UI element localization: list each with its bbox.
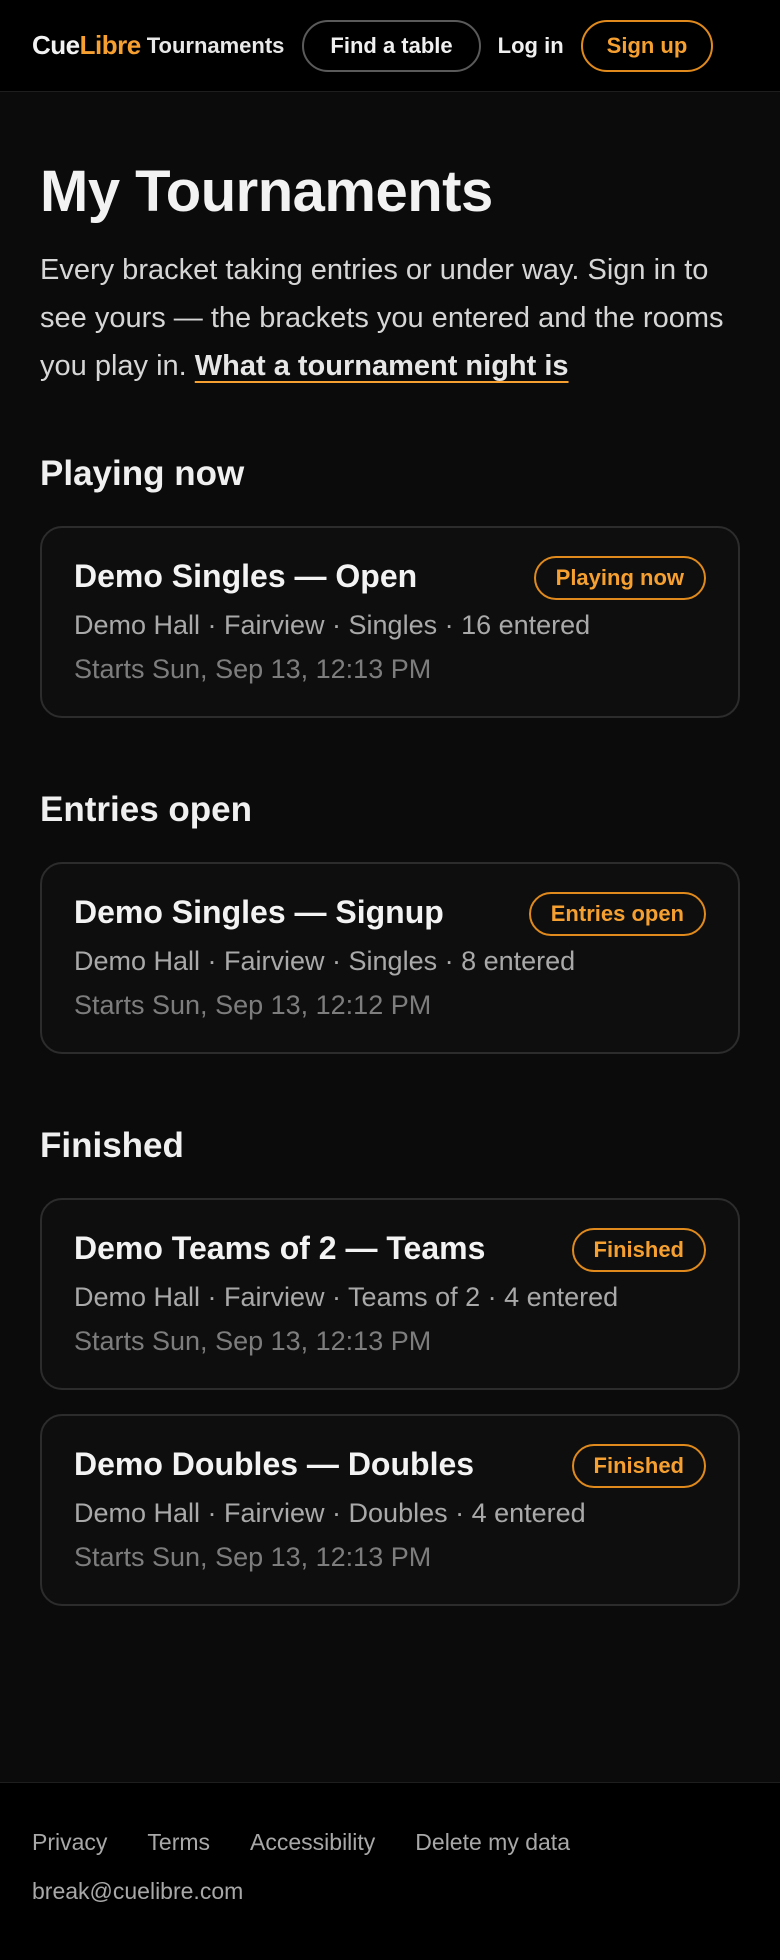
footer-link-accessibility[interactable]: Accessibility <box>250 1829 375 1856</box>
tournament-card[interactable]: Demo Teams of 2 — Teams Finished Demo Ha… <box>40 1197 740 1390</box>
status-badge: Finished <box>571 1227 706 1272</box>
tournament-start-time: Starts Sun, Sep 13, 12:13 PM <box>74 1325 432 1356</box>
top-navigation: Cue Libre Tournaments Find a table Log in… <box>0 0 780 92</box>
page-intro: Every bracket taking entries or under wa… <box>40 246 750 390</box>
tournament-card[interactable]: Demo Singles — Open Playing now Demo Hal… <box>40 525 740 718</box>
site-footer: Privacy Terms Accessibility Delete my da… <box>0 1782 780 1960</box>
section-heading: Entries open <box>40 789 252 829</box>
brand-libre: Libre <box>79 30 142 60</box>
tournament-start-time: Starts Sun, Sep 13, 12:13 PM <box>74 1541 432 1572</box>
status-badge: Playing now <box>533 555 706 600</box>
page-title: My Tournaments <box>40 159 493 224</box>
nav-tournaments-link[interactable]: Tournaments <box>147 33 285 59</box>
tournament-meta: Demo Hall · Fairview · Teams of 2 · 4 en… <box>74 1281 619 1312</box>
footer-link-privacy[interactable]: Privacy <box>32 1829 107 1856</box>
tournament-card[interactable]: Demo Doubles — Doubles Finished Demo Hal… <box>40 1413 740 1606</box>
tournament-card[interactable]: Demo Singles — Signup Entries open Demo … <box>40 861 740 1054</box>
tournament-night-link[interactable]: What a tournament night is <box>195 350 569 382</box>
brand-logo[interactable]: Cue Libre <box>32 30 141 61</box>
main-content: My Tournaments Every bracket taking entr… <box>0 160 780 1606</box>
find-table-button[interactable]: Find a table <box>302 19 481 72</box>
footer-links: Privacy Terms Accessibility Delete my da… <box>32 1829 748 1856</box>
tournament-meta: Demo Hall · Fairview · Singles · 8 enter… <box>74 945 576 976</box>
footer-link-delete-data[interactable]: Delete my data <box>415 1829 570 1856</box>
tournament-start-time: Starts Sun, Sep 13, 12:12 PM <box>74 989 432 1020</box>
brand-cue: Cue <box>32 30 80 60</box>
section-heading: Playing now <box>40 453 245 493</box>
status-badge: Entries open <box>528 891 706 936</box>
login-link[interactable]: Log in <box>498 33 564 59</box>
signup-button[interactable]: Sign up <box>580 19 714 72</box>
section-heading: Finished <box>40 1125 184 1165</box>
tournament-meta: Demo Hall · Fairview · Doubles · 4 enter… <box>74 1497 586 1528</box>
section-finished: Finished Demo Teams of 2 — Teams Finishe… <box>40 1126 740 1606</box>
footer-email-link[interactable]: break@cuelibre.com <box>32 1878 243 1905</box>
tournament-start-time: Starts Sun, Sep 13, 12:13 PM <box>74 653 432 684</box>
status-badge: Finished <box>571 1443 706 1488</box>
section-entries-open: Entries open Demo Singles — Signup Entri… <box>40 790 740 1054</box>
section-playing-now: Playing now Demo Singles — Open Playing … <box>40 454 740 718</box>
tournament-meta: Demo Hall · Fairview · Singles · 16 ente… <box>74 609 591 640</box>
footer-link-terms[interactable]: Terms <box>147 1829 210 1856</box>
